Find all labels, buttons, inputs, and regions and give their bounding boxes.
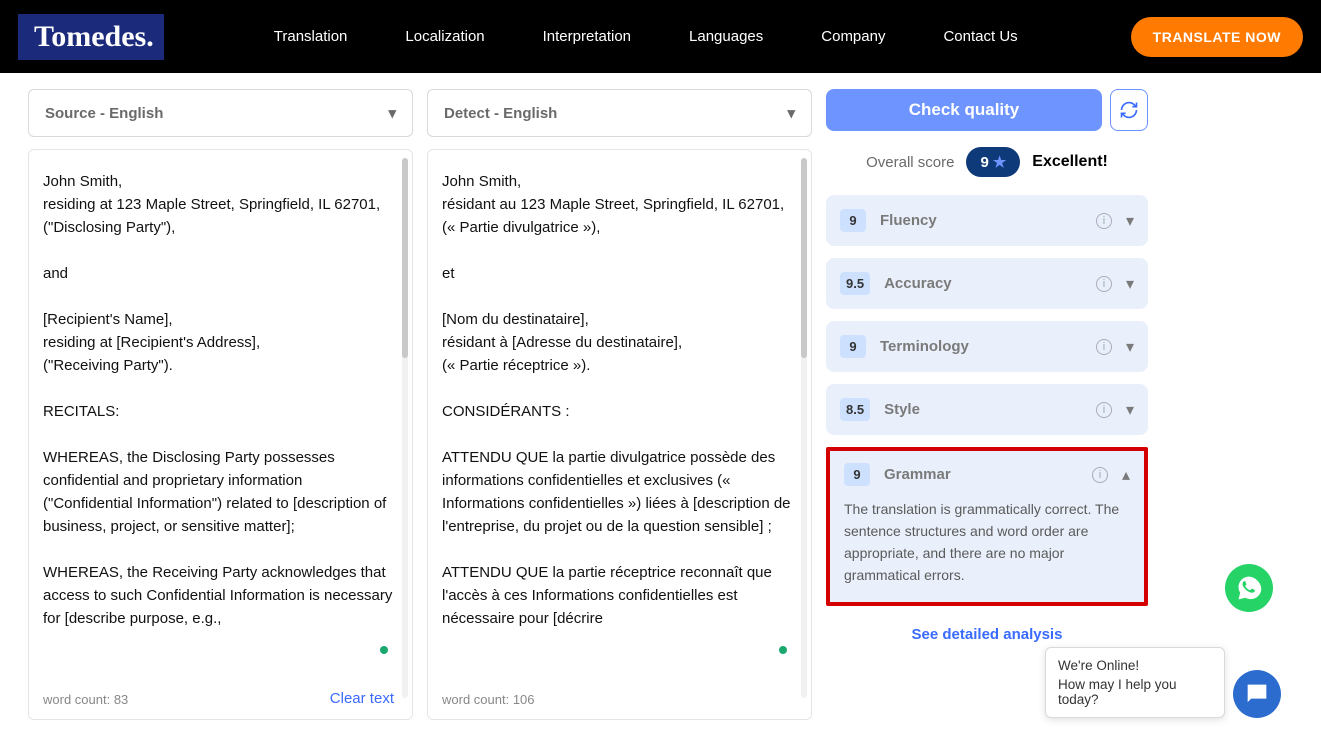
chat-icon bbox=[1243, 680, 1271, 708]
chevron-down-icon: ▾ bbox=[787, 104, 795, 122]
site-header: Tomedes. Translation Localization Interp… bbox=[0, 0, 1321, 73]
detailed-analysis-link[interactable]: See detailed analysis bbox=[826, 626, 1148, 643]
metric-score: 8.5 bbox=[840, 398, 870, 421]
chevron-down-icon[interactable]: ▾ bbox=[1126, 337, 1134, 357]
refresh-icon bbox=[1119, 100, 1139, 120]
chat-line-1: We're Online! bbox=[1058, 658, 1212, 673]
overall-score-word: Excellent! bbox=[1032, 153, 1108, 171]
metric-score: 9.5 bbox=[840, 272, 870, 295]
status-dot-icon bbox=[779, 646, 787, 654]
chevron-down-icon[interactable]: ▾ bbox=[1126, 400, 1134, 420]
chat-button[interactable] bbox=[1233, 670, 1281, 718]
overall-score-pill: 9 ★ bbox=[966, 147, 1020, 177]
logo-text: Tomedes. bbox=[34, 20, 154, 53]
chevron-down-icon: ▾ bbox=[388, 104, 396, 122]
metric-name: Style bbox=[884, 401, 1082, 418]
main-area: Source - English ▾ John Smith, residing … bbox=[0, 73, 1321, 720]
metric-grammar-expanded: 9 Grammar i ▴ The translation is grammat… bbox=[826, 447, 1148, 606]
info-icon[interactable]: i bbox=[1096, 276, 1112, 292]
overall-score-label: Overall score bbox=[866, 154, 954, 171]
source-panel: Source - English ▾ John Smith, residing … bbox=[28, 89, 413, 720]
metric-score: 9 bbox=[840, 335, 866, 358]
metric-name: Terminology bbox=[880, 338, 1082, 355]
metric-accuracy[interactable]: 9.5 Accuracy i ▾ bbox=[826, 258, 1148, 309]
translate-now-button[interactable]: TRANSLATE NOW bbox=[1131, 17, 1303, 57]
source-language-label: Source - English bbox=[45, 105, 163, 122]
overall-score-value: 9 bbox=[980, 154, 988, 171]
metric-grammar-header[interactable]: 9 Grammar i ▴ bbox=[830, 451, 1144, 498]
chevron-down-icon[interactable]: ▾ bbox=[1126, 211, 1134, 231]
info-icon[interactable]: i bbox=[1096, 213, 1112, 229]
star-icon: ★ bbox=[993, 153, 1006, 171]
nav-translation[interactable]: Translation bbox=[274, 28, 348, 45]
target-text-content[interactable]: John Smith, résidant au 123 Maple Street… bbox=[442, 170, 793, 680]
source-language-select[interactable]: Source - English ▾ bbox=[28, 89, 413, 137]
target-language-label: Detect - English bbox=[444, 105, 557, 122]
chat-popup[interactable]: We're Online! How may I help you today? bbox=[1045, 647, 1225, 718]
source-text-box[interactable]: John Smith, residing at 123 Maple Street… bbox=[28, 149, 413, 720]
target-text-box[interactable]: John Smith, résidant au 123 Maple Street… bbox=[427, 149, 812, 720]
whatsapp-button[interactable] bbox=[1225, 564, 1273, 612]
metric-fluency[interactable]: 9 Fluency i ▾ bbox=[826, 195, 1148, 246]
metric-grammar-description: The translation is grammatically correct… bbox=[830, 498, 1144, 602]
scrollbar-thumb[interactable] bbox=[402, 158, 408, 358]
refresh-button[interactable] bbox=[1110, 89, 1148, 131]
check-quality-button[interactable]: Check quality bbox=[826, 89, 1102, 131]
scrollbar-thumb[interactable] bbox=[801, 158, 807, 358]
nav-localization[interactable]: Localization bbox=[405, 28, 484, 45]
quality-panel: Check quality Overall score 9 ★ Excellen… bbox=[826, 89, 1148, 720]
nav-interpretation[interactable]: Interpretation bbox=[543, 28, 631, 45]
source-word-count: word count: 83 bbox=[43, 692, 128, 707]
status-dot-icon bbox=[380, 646, 388, 654]
chevron-up-icon[interactable]: ▴ bbox=[1122, 465, 1130, 485]
metric-score: 9 bbox=[844, 463, 870, 486]
nav-contact[interactable]: Contact Us bbox=[943, 28, 1017, 45]
target-language-select[interactable]: Detect - English ▾ bbox=[427, 89, 812, 137]
chat-line-2: How may I help you today? bbox=[1058, 677, 1212, 707]
target-panel: Detect - English ▾ John Smith, résidant … bbox=[427, 89, 812, 720]
clear-text-link[interactable]: Clear text bbox=[330, 690, 394, 707]
nav-company[interactable]: Company bbox=[821, 28, 885, 45]
target-word-count: word count: 106 bbox=[442, 692, 535, 707]
logo[interactable]: Tomedes. bbox=[18, 14, 164, 60]
source-text-content[interactable]: John Smith, residing at 123 Maple Street… bbox=[43, 170, 394, 680]
metric-style[interactable]: 8.5 Style i ▾ bbox=[826, 384, 1148, 435]
info-icon[interactable]: i bbox=[1096, 339, 1112, 355]
metric-name: Accuracy bbox=[884, 275, 1082, 292]
metric-name: Fluency bbox=[880, 212, 1082, 229]
nav-languages[interactable]: Languages bbox=[689, 28, 763, 45]
info-icon[interactable]: i bbox=[1092, 467, 1108, 483]
info-icon[interactable]: i bbox=[1096, 402, 1112, 418]
metric-terminology[interactable]: 9 Terminology i ▾ bbox=[826, 321, 1148, 372]
metric-name: Grammar bbox=[884, 466, 1078, 483]
whatsapp-icon bbox=[1235, 574, 1263, 602]
chevron-down-icon[interactable]: ▾ bbox=[1126, 274, 1134, 294]
main-nav: Translation Localization Interpretation … bbox=[274, 28, 1018, 45]
overall-score-row: Overall score 9 ★ Excellent! bbox=[826, 147, 1148, 177]
metric-score: 9 bbox=[840, 209, 866, 232]
